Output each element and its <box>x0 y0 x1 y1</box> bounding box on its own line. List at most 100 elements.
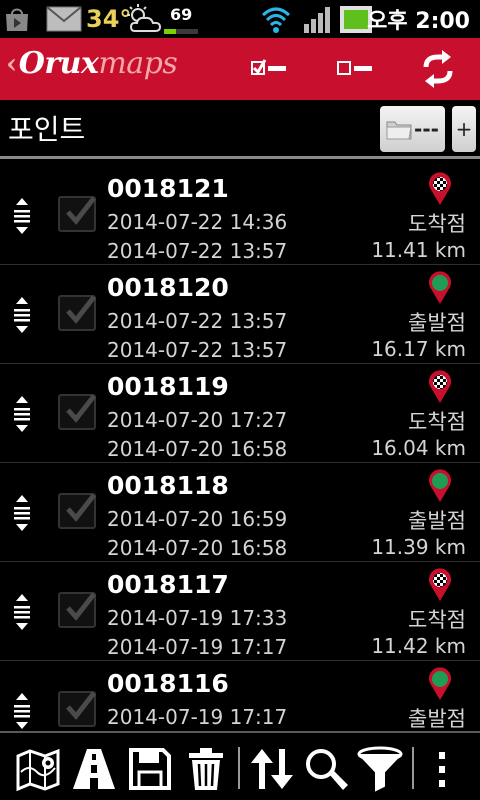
wifi-icon <box>260 0 292 38</box>
battery-indicator: 69 <box>164 0 198 36</box>
point-type: 출발점 <box>408 707 466 730</box>
list-item[interactable]: 0018117 2014-07-19 17:33 2014-07-19 17:17 도… <box>0 562 480 661</box>
point-type: 출발점 <box>408 509 466 533</box>
filter-icon <box>357 746 403 792</box>
app-logo[interactable]: ‹Oruxmaps <box>6 46 178 81</box>
select-all-icon <box>251 59 286 75</box>
battery-bar-fill <box>164 29 176 34</box>
start-pin-icon <box>428 667 452 701</box>
sort-button[interactable] <box>248 745 296 793</box>
point-type: 출발점 <box>408 311 466 335</box>
search-button[interactable] <box>302 745 350 793</box>
point-type: 도착점 <box>408 410 466 434</box>
mail-icon <box>46 0 82 38</box>
trash-icon <box>189 748 223 790</box>
signal-icon <box>302 0 334 38</box>
list-item[interactable]: 0018119 2014-07-20 17:27 2014-07-20 16:58 도… <box>0 364 480 463</box>
select-all-button[interactable] <box>240 48 296 90</box>
list-item[interactable]: 0018116 2014-07-19 17:17 출발점 <box>0 661 480 730</box>
item-checkbox[interactable] <box>58 691 96 727</box>
point-type: 도착점 <box>408 608 466 632</box>
item-checkbox[interactable] <box>58 295 96 331</box>
folder-icon <box>386 121 412 140</box>
map-icon <box>16 748 60 792</box>
overflow-menu-button[interactable] <box>418 745 466 793</box>
bottom-toolbar <box>0 731 480 800</box>
sync-button[interactable] <box>410 48 466 90</box>
logo-orux: Orux <box>18 46 99 81</box>
point-distance: 11.42 km <box>371 634 466 658</box>
save-button[interactable] <box>126 745 174 793</box>
delete-button[interactable] <box>182 745 230 793</box>
point-name: 0018119 <box>107 372 229 401</box>
notification-icon <box>2 0 32 38</box>
list-item[interactable]: 0018121 2014-07-22 14:36 2014-07-22 13:57 도… <box>0 166 480 265</box>
start-pin-icon <box>428 271 452 305</box>
deselect-all-icon <box>337 61 372 75</box>
points-list[interactable]: 0018121 2014-07-22 14:36 2014-07-22 13:57 도… <box>0 166 480 730</box>
point-name: 0018116 <box>107 669 229 698</box>
drag-handle-icon[interactable] <box>11 493 33 533</box>
app-header: ‹Oruxmaps <box>0 38 480 100</box>
status-bar: 34° 69 오후 2:00 <box>0 0 480 38</box>
finish-flag-icon <box>428 172 452 206</box>
logo-maps: maps <box>98 46 178 81</box>
add-button[interactable]: + <box>452 106 476 152</box>
section-bar: 포인트 --- + <box>0 100 480 156</box>
sort-icon <box>251 749 293 789</box>
deselect-all-button[interactable] <box>326 48 382 90</box>
point-distance: 16.04 km <box>371 436 466 460</box>
point-date: 2014-07-19 17:33 <box>107 606 288 630</box>
point-date-secondary: 2014-07-20 16:58 <box>107 536 288 560</box>
point-name: 0018121 <box>107 174 229 203</box>
point-date: 2014-07-20 16:59 <box>107 507 288 531</box>
point-name: 0018118 <box>107 471 229 500</box>
drag-handle-icon[interactable] <box>11 295 33 335</box>
list-item[interactable]: 0018118 2014-07-20 16:59 2014-07-20 16:58 출… <box>0 463 480 562</box>
point-date: 2014-07-22 14:36 <box>107 210 288 234</box>
search-icon <box>306 749 348 790</box>
point-date: 2014-07-22 13:57 <box>107 309 288 333</box>
point-distance: 16.17 km <box>371 337 466 361</box>
battery-level-text: 69 <box>170 5 193 24</box>
finish-flag-icon <box>428 568 452 602</box>
drag-handle-icon[interactable] <box>11 691 33 730</box>
item-checkbox[interactable] <box>58 196 96 232</box>
item-checkbox[interactable] <box>58 493 96 529</box>
point-date: 2014-07-19 17:17 <box>107 705 288 729</box>
back-chevron-icon[interactable]: ‹ <box>6 47 17 80</box>
start-pin-icon <box>428 469 452 503</box>
road-button[interactable] <box>70 745 118 793</box>
filter-button[interactable] <box>356 745 404 793</box>
overflow-menu-icon <box>439 752 445 787</box>
toolbar-separator <box>238 747 240 789</box>
map-button[interactable] <box>14 745 62 793</box>
item-checkbox[interactable] <box>58 592 96 628</box>
point-distance: 11.41 km <box>371 238 466 262</box>
point-date-secondary: 2014-07-19 17:17 <box>107 635 288 659</box>
point-name: 0018117 <box>107 570 229 599</box>
item-checkbox[interactable] <box>58 394 96 430</box>
drag-handle-icon[interactable] <box>11 196 33 236</box>
list-item[interactable]: 0018120 2014-07-22 13:57 2014-07-22 13:57 출… <box>0 265 480 364</box>
page-title: 포인트 <box>8 113 86 146</box>
point-date: 2014-07-20 17:27 <box>107 408 288 432</box>
folder-button[interactable]: --- <box>380 106 445 152</box>
sync-icon <box>423 50 453 88</box>
save-icon <box>129 748 171 790</box>
point-date-secondary: 2014-07-20 16:58 <box>107 437 288 461</box>
weather-icon <box>125 0 163 38</box>
divider <box>0 156 480 159</box>
finish-flag-icon <box>428 370 452 404</box>
drag-handle-icon[interactable] <box>11 592 33 632</box>
toolbar-separator <box>412 747 414 789</box>
point-distance: 11.39 km <box>371 535 466 559</box>
point-date-secondary: 2014-07-22 13:57 <box>107 239 288 263</box>
point-name: 0018120 <box>107 273 229 302</box>
drag-handle-icon[interactable] <box>11 394 33 434</box>
road-icon <box>73 749 115 789</box>
folder-label: --- <box>414 117 439 141</box>
point-type: 도착점 <box>408 212 466 236</box>
point-date-secondary: 2014-07-22 13:57 <box>107 338 288 362</box>
battery-bar <box>164 29 198 34</box>
